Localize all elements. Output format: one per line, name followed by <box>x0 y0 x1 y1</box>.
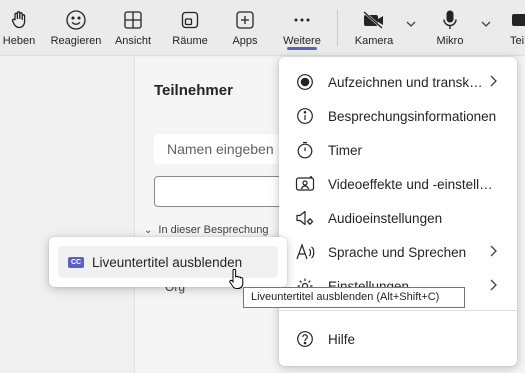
menu-item-meeting-info[interactable]: Besprechungsinformationen <box>287 101 509 131</box>
camera-options-chevron-icon[interactable] <box>405 18 417 33</box>
menu-item-label: Aufzeichnen und transk… <box>328 74 483 90</box>
menu-item-language[interactable]: Sprache und Sprechen <box>287 237 509 267</box>
menu-item-label: Sprache und Sprechen <box>328 244 467 260</box>
view-button[interactable]: Ansicht <box>110 0 156 56</box>
view-label: Ansicht <box>114 35 152 47</box>
hide-live-captions-label: Liveuntertitel ausblenden <box>92 254 243 270</box>
plus-icon <box>235 9 255 31</box>
info-icon <box>295 106 315 126</box>
mic-label: Mikro <box>436 35 464 47</box>
camera-button[interactable]: Kamera <box>350 0 398 56</box>
secondary-input[interactable] <box>154 176 294 207</box>
smiley-icon <box>65 9 87 31</box>
toolbar-divider <box>337 10 338 46</box>
raise-hand-label: Heben <box>2 35 36 47</box>
menu-item-video-effects[interactable]: Videoeffekte und -einstellu… <box>287 169 509 199</box>
chevron-right-icon <box>487 244 499 261</box>
camera-off-icon <box>362 9 386 31</box>
speaker-settings-icon <box>295 208 315 228</box>
rooms-icon <box>180 9 200 31</box>
name-search-input[interactable]: Namen eingeben <box>154 134 294 164</box>
camera-label: Kamera <box>354 35 394 47</box>
menu-item-timer[interactable]: Timer <box>287 135 509 165</box>
closed-captions-icon: CC <box>68 256 84 268</box>
meeting-toolbar: Heben Reagieren Ansicht Räume Apps Weite… <box>0 0 525 56</box>
video-effects-icon <box>295 174 315 194</box>
menu-divider <box>279 310 517 311</box>
active-indicator <box>287 47 317 50</box>
more-button[interactable]: Weitere <box>278 0 326 56</box>
react-label: Reagieren <box>50 35 102 47</box>
apps-button[interactable]: Apps <box>226 0 264 56</box>
help-icon <box>295 329 315 349</box>
grid-icon <box>123 9 143 31</box>
language-icon <box>295 242 315 262</box>
raise-hand-button[interactable]: Heben <box>0 0 38 56</box>
share-button[interactable]: Tei <box>510 0 525 56</box>
react-button[interactable]: Reagieren <box>48 0 104 56</box>
more-options-menu: Aufzeichnen und transk… Besprechungsinfo… <box>279 57 517 366</box>
apps-label: Apps <box>232 35 258 47</box>
mic-button[interactable]: Mikro <box>430 0 470 56</box>
share-icon <box>510 9 525 31</box>
tooltip: Liveuntertitel ausblenden (Alt+Shift+C) <box>243 287 465 308</box>
ellipsis-icon <box>292 9 312 31</box>
menu-item-label: Timer <box>328 142 362 158</box>
menu-item-label: Hilfe <box>328 331 356 347</box>
menu-item-label: Besprechungsinformationen <box>328 108 497 124</box>
hand-pointer-cursor-icon <box>229 268 244 289</box>
share-label: Tei <box>510 35 525 47</box>
menu-item-label: Videoeffekte und -einstellu… <box>328 176 500 192</box>
meeting-stage <box>0 57 133 373</box>
chevron-right-icon <box>487 74 499 91</box>
rooms-button[interactable]: Räume <box>168 0 212 56</box>
mic-icon <box>440 9 460 31</box>
chevron-down-icon: ⌄ <box>144 225 153 236</box>
hide-live-captions-item[interactable]: CC Liveuntertitel ausblenden <box>58 246 278 278</box>
menu-item-audio-settings[interactable]: Audioeinstellungen <box>287 203 509 233</box>
section-header[interactable]: ⌄ In dieser Besprechung <box>144 224 268 236</box>
record-icon <box>295 72 315 92</box>
chevron-right-icon <box>487 278 499 295</box>
rooms-label: Räume <box>172 35 208 47</box>
menu-item-help[interactable]: Hilfe <box>287 324 509 354</box>
more-label: Weitere <box>283 35 321 47</box>
language-submenu: CC Liveuntertitel ausblenden <box>49 237 287 287</box>
menu-item-record[interactable]: Aufzeichnen und transk… <box>287 67 509 97</box>
panel-title: Teilnehmer <box>154 82 233 99</box>
section-label: In dieser Besprechung <box>158 224 269 236</box>
timer-icon <box>295 140 315 160</box>
mic-options-chevron-icon[interactable] <box>480 18 492 33</box>
hand-icon <box>9 9 29 31</box>
menu-item-label: Audioeinstellungen <box>328 210 443 226</box>
